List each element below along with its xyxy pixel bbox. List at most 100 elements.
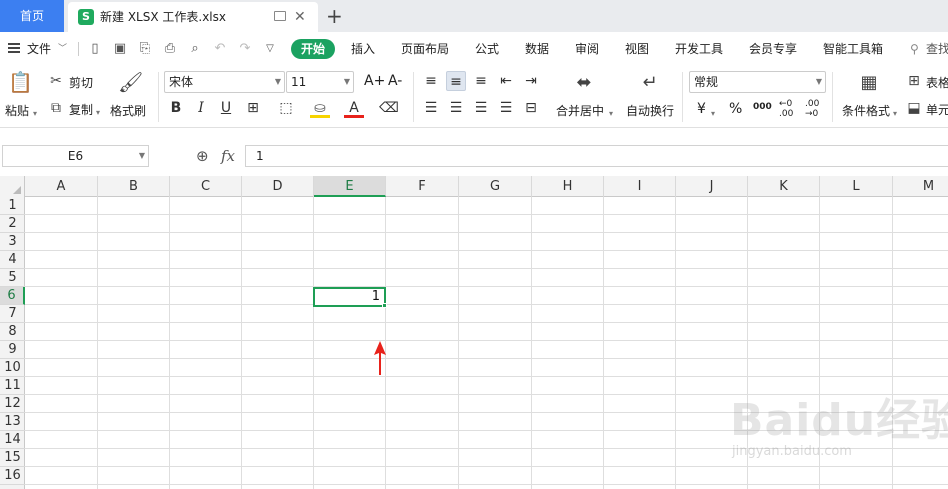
- format-painter-button[interactable]: 格式刷: [110, 102, 146, 119]
- new-file-icon[interactable]: ▯: [88, 41, 102, 57]
- row-header-2[interactable]: 2: [0, 215, 25, 233]
- number-format-select[interactable]: 常规 ▼: [689, 71, 826, 93]
- scissors-icon[interactable]: ✂: [48, 73, 64, 89]
- cell-button[interactable]: 单元: [926, 101, 948, 118]
- bold-button[interactable]: B: [166, 98, 186, 118]
- file-menu-chevron-icon[interactable]: ﹀: [58, 32, 67, 66]
- row-header-5[interactable]: 5: [0, 269, 25, 287]
- tab-view[interactable]: 视图: [625, 32, 649, 66]
- tab-review[interactable]: 审阅: [575, 32, 599, 66]
- undo-icon[interactable]: ↶: [213, 41, 227, 57]
- row-header-7[interactable]: 7: [0, 305, 25, 323]
- percent-button[interactable]: %: [729, 101, 742, 117]
- conditional-format-button[interactable]: 条件格式: [842, 102, 890, 119]
- quick-access-chevron-icon[interactable]: ▽: [263, 41, 277, 57]
- wrap-text-icon[interactable]: ↵: [638, 72, 662, 94]
- grow-font-button[interactable]: A+: [364, 73, 385, 89]
- print-icon[interactable]: ⎙: [163, 41, 177, 57]
- tab-data[interactable]: 数据: [525, 32, 549, 66]
- paste-clipboard-icon[interactable]: 📋: [8, 70, 33, 96]
- currency-button[interactable]: ¥: [697, 101, 706, 117]
- font-size-select[interactable]: 11 ▼: [286, 71, 354, 93]
- home-tab[interactable]: 首页: [0, 0, 64, 32]
- tab-page-layout[interactable]: 页面布局: [401, 32, 449, 66]
- tab-home-start[interactable]: 开始: [291, 39, 336, 59]
- row-header-4[interactable]: 4: [0, 251, 25, 269]
- decrease-decimal-icon[interactable]: .00 →0: [805, 99, 819, 119]
- fill-handle[interactable]: [382, 303, 387, 308]
- copy-chevron-icon[interactable]: ▾: [96, 104, 100, 118]
- column-header-e[interactable]: E: [314, 176, 386, 197]
- hamburger-menu-icon[interactable]: [8, 43, 20, 53]
- row-header-1[interactable]: 1: [0, 197, 25, 215]
- conditional-format-chevron-icon[interactable]: ▾: [893, 105, 897, 119]
- align-right-icon[interactable]: ☰: [471, 98, 491, 118]
- font-color-icon[interactable]: A: [344, 98, 364, 118]
- insert-function-icon[interactable]: fx: [221, 146, 235, 166]
- wrap-text-button[interactable]: 自动换行: [626, 102, 674, 119]
- row-header-8[interactable]: 8: [0, 323, 25, 341]
- borders-icon[interactable]: ⊞: [243, 98, 263, 118]
- row-header-16[interactable]: 16: [0, 467, 25, 485]
- row-header-3[interactable]: 3: [0, 233, 25, 251]
- justify-icon[interactable]: ☰: [496, 98, 516, 118]
- increase-decimal-icon[interactable]: ←0.00: [779, 99, 793, 119]
- cell-area[interactable]: 1: [25, 197, 948, 489]
- name-box[interactable]: E6 ▼: [2, 145, 149, 167]
- cut-button[interactable]: 剪切: [69, 74, 93, 91]
- column-header-l[interactable]: L: [820, 176, 893, 197]
- row-header-6[interactable]: 6: [0, 287, 25, 305]
- currency-chevron-icon[interactable]: ▾: [711, 105, 715, 119]
- search-icon[interactable]: ⚲: [910, 32, 919, 66]
- cell-style-icon[interactable]: ⬚: [276, 98, 296, 118]
- fill-color-bucket-icon[interactable]: ⛀: [310, 98, 330, 118]
- align-left-icon[interactable]: ☰: [421, 98, 441, 118]
- row-header-14[interactable]: 14: [0, 431, 25, 449]
- conditional-format-icon[interactable]: ▦: [857, 72, 881, 94]
- increase-indent-icon[interactable]: ⇥: [521, 71, 541, 91]
- active-cell-e6[interactable]: 1: [313, 287, 386, 307]
- column-header-a[interactable]: A: [25, 176, 98, 197]
- paste-button[interactable]: 粘贴: [5, 102, 29, 119]
- row-header-13[interactable]: 13: [0, 413, 25, 431]
- name-box-chevron-icon[interactable]: ▼: [139, 146, 145, 166]
- merge-chevron-icon[interactable]: ▾: [609, 105, 613, 119]
- formula-input[interactable]: 1: [245, 145, 948, 167]
- merge-center-icon[interactable]: ⬌: [572, 72, 596, 94]
- close-tab-icon[interactable]: ✕: [294, 7, 306, 27]
- tab-formulas[interactable]: 公式: [475, 32, 499, 66]
- row-header-15[interactable]: 15: [0, 449, 25, 467]
- table-style-button[interactable]: 表格: [926, 74, 948, 91]
- align-bottom-icon[interactable]: ≡: [471, 71, 491, 91]
- decrease-indent-icon[interactable]: ⇤: [496, 71, 516, 91]
- redo-icon[interactable]: ↷: [238, 41, 252, 57]
- column-header-b[interactable]: B: [98, 176, 170, 197]
- tab-insert[interactable]: 插入: [351, 32, 375, 66]
- export-icon[interactable]: ⎘: [138, 41, 152, 57]
- column-header-d[interactable]: D: [242, 176, 314, 197]
- align-middle-icon[interactable]: ≡: [446, 71, 466, 91]
- document-tab[interactable]: S 新建 XLSX 工作表.xlsx ✕: [68, 2, 318, 32]
- file-menu[interactable]: 文件: [27, 32, 51, 66]
- save-icon[interactable]: ▣: [113, 41, 127, 57]
- column-header-h[interactable]: H: [532, 176, 604, 197]
- merge-center-button[interactable]: 合并居中: [556, 102, 604, 119]
- row-header-12[interactable]: 12: [0, 395, 25, 413]
- print-preview-icon[interactable]: ⌕: [188, 41, 202, 57]
- column-header-g[interactable]: G: [459, 176, 532, 197]
- zoom-magnifier-icon[interactable]: ⊕: [196, 147, 209, 165]
- search-label[interactable]: 查找: [926, 32, 948, 66]
- tab-developer[interactable]: 开发工具: [675, 32, 723, 66]
- column-header-i[interactable]: I: [604, 176, 676, 197]
- column-header-c[interactable]: C: [170, 176, 242, 197]
- underline-button[interactable]: U: [216, 98, 236, 118]
- row-header-9[interactable]: 9: [0, 341, 25, 359]
- align-center-icon[interactable]: ☰: [446, 98, 466, 118]
- font-name-select[interactable]: 宋体 ▼: [164, 71, 285, 93]
- paste-chevron-icon[interactable]: ▾: [33, 105, 37, 119]
- clear-eraser-icon[interactable]: ⌫: [379, 98, 399, 118]
- row-header-10[interactable]: 10: [0, 359, 25, 377]
- copy-button[interactable]: 复制: [69, 101, 93, 118]
- tab-smart-toolbox[interactable]: 智能工具箱: [823, 32, 883, 66]
- italic-button[interactable]: I: [191, 98, 211, 118]
